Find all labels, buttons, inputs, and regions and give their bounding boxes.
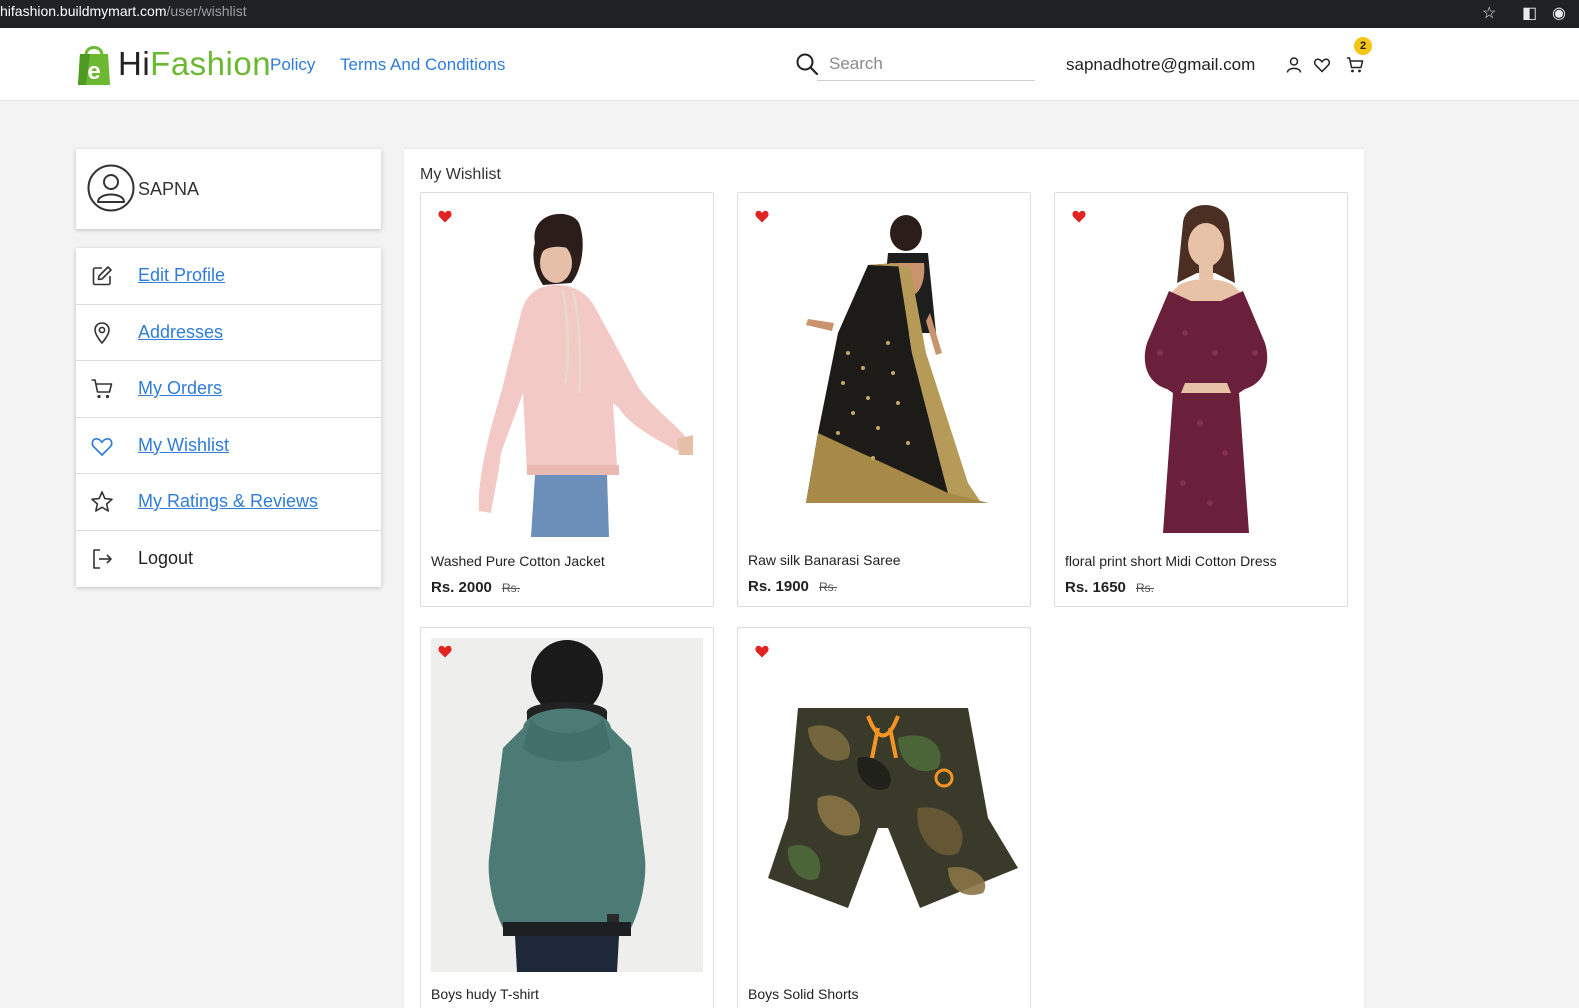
wishlist-product-card[interactable]: Boys hudy T-shirt bbox=[420, 627, 714, 1008]
nav-policy-link[interactable]: Policy bbox=[270, 55, 315, 75]
wishlist-product-card[interactable]: Raw silk Banarasi Saree Rs. 1900 Rs. bbox=[737, 192, 1031, 607]
address-url[interactable]: hifashion.buildmymart.com/user/wishlist bbox=[0, 3, 247, 19]
wishlist-heart-icon[interactable] bbox=[1313, 56, 1331, 74]
product-name[interactable]: Raw silk Banarasi Saree bbox=[748, 552, 901, 568]
side-panel-icon[interactable]: ◧ bbox=[1522, 3, 1537, 23]
wishlist-heart-icon[interactable] bbox=[755, 210, 769, 223]
profile-avatar-icon[interactable]: ◉ bbox=[1552, 3, 1566, 23]
product-image[interactable] bbox=[748, 638, 1020, 972]
profile-name: SAPNA bbox=[138, 179, 200, 199]
product-image[interactable] bbox=[431, 638, 703, 972]
product-old-price: Rs. bbox=[502, 581, 520, 595]
product-name[interactable]: floral print short Midi Cotton Dress bbox=[1065, 553, 1277, 569]
nav-terms-link[interactable]: Terms And Conditions bbox=[340, 55, 505, 75]
wishlist-heart-icon[interactable] bbox=[438, 210, 452, 223]
menu-item-edit-profile[interactable]: Edit Profile bbox=[76, 248, 381, 305]
menu-label-my-ratings-reviews[interactable]: My Ratings & Reviews bbox=[138, 491, 318, 512]
menu-label-my-orders[interactable]: My Orders bbox=[138, 378, 222, 399]
product-name[interactable]: Boys hudy T-shirt bbox=[431, 986, 539, 1002]
cart-icon bbox=[91, 379, 113, 399]
heart-icon bbox=[91, 437, 113, 456]
product-name[interactable]: Washed Pure Cotton Jacket bbox=[431, 553, 605, 569]
menu-item-addresses[interactable]: Addresses bbox=[76, 305, 381, 361]
edit-icon bbox=[92, 266, 112, 286]
product-price: Rs. 1900 bbox=[748, 578, 809, 595]
menu-item-my-orders[interactable]: My Orders bbox=[76, 361, 381, 418]
cart-count-badge: 2 bbox=[1354, 37, 1372, 55]
browser-address-bar[interactable]: hifashion.buildmymart.com/user/wishlist … bbox=[0, 0, 1579, 28]
product-image[interactable] bbox=[431, 203, 703, 537]
profile-card: SAPNA bbox=[76, 149, 381, 229]
product-image[interactable] bbox=[1065, 203, 1337, 537]
url-path: /user/wishlist bbox=[166, 3, 247, 19]
product-image[interactable] bbox=[748, 203, 1020, 537]
menu-item-my-ratings-reviews[interactable]: My Ratings & Reviews bbox=[76, 474, 381, 531]
shopping-bag-logo-icon: e bbox=[78, 46, 110, 85]
site-logo[interactable]: e HiFashion bbox=[76, 40, 271, 88]
wishlist-product-card[interactable]: Boys Solid Shorts bbox=[737, 627, 1031, 1008]
wishlist-heart-icon[interactable] bbox=[438, 645, 452, 658]
user-account-icon[interactable] bbox=[1285, 56, 1303, 74]
cart-icon[interactable] bbox=[1346, 56, 1364, 74]
product-old-price: Rs. bbox=[1136, 581, 1154, 595]
menu-item-my-wishlist[interactable]: My Wishlist bbox=[76, 418, 381, 474]
menu-label-logout[interactable]: Logout bbox=[138, 548, 193, 569]
search-bar bbox=[793, 48, 1038, 82]
url-host: hifashion.buildmymart.com bbox=[0, 3, 167, 19]
bookmark-star-icon[interactable]: ☆ bbox=[1482, 3, 1496, 23]
account-menu: Edit Profile Addresses My Orders My Wish… bbox=[76, 248, 381, 587]
product-name[interactable]: Boys Solid Shorts bbox=[748, 986, 859, 1002]
search-input[interactable] bbox=[817, 48, 1035, 81]
menu-label-my-wishlist[interactable]: My Wishlist bbox=[138, 435, 229, 456]
wishlist-product-card[interactable]: floral print short Midi Cotton Dress Rs.… bbox=[1054, 192, 1348, 607]
wishlist-product-card[interactable]: Washed Pure Cotton Jacket Rs. 2000 Rs. bbox=[420, 192, 714, 607]
menu-item-logout[interactable]: Logout bbox=[76, 531, 381, 588]
logout-icon bbox=[93, 548, 112, 569]
menu-label-addresses[interactable]: Addresses bbox=[138, 322, 223, 343]
wishlist-title: My Wishlist bbox=[420, 166, 501, 183]
site-header: e HiFashion Policy Terms And Conditions … bbox=[0, 28, 1579, 101]
svg-text:e: e bbox=[87, 58, 100, 85]
wishlist-heart-icon[interactable] bbox=[1072, 210, 1086, 223]
wishlist-heart-icon[interactable] bbox=[755, 645, 769, 658]
star-icon bbox=[91, 491, 113, 512]
product-price: Rs. 2000 bbox=[431, 579, 492, 596]
location-pin-icon bbox=[94, 321, 110, 344]
user-email[interactable]: sapnadhotre@gmail.com bbox=[1066, 55, 1255, 75]
user-avatar-icon bbox=[87, 164, 135, 212]
search-icon[interactable] bbox=[795, 52, 819, 76]
product-price: Rs. 1650 bbox=[1065, 579, 1126, 596]
brand-name: HiFashion bbox=[118, 45, 272, 82]
menu-label-edit-profile[interactable]: Edit Profile bbox=[138, 265, 225, 286]
product-old-price: Rs. bbox=[819, 580, 837, 594]
wishlist-panel: My Wishlist Washed Pure Cotton Jacket Rs… bbox=[404, 149, 1364, 1008]
